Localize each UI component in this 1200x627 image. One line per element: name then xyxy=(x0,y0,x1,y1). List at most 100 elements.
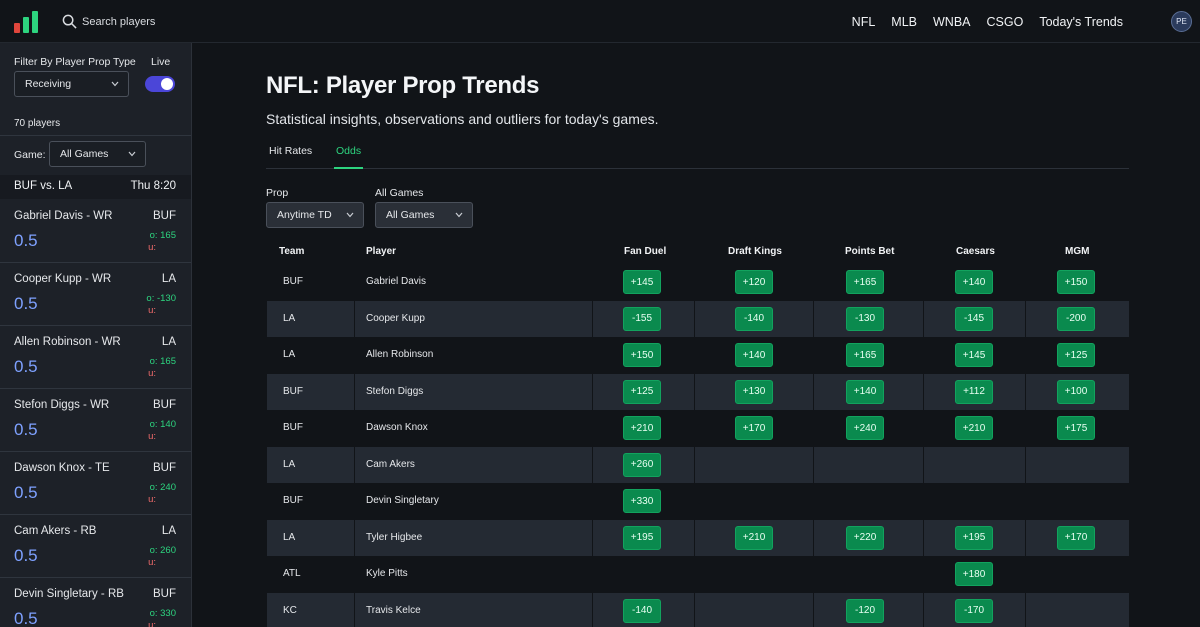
odds-button[interactable]: +210 xyxy=(955,416,993,440)
game-select[interactable]: All Games xyxy=(49,141,146,167)
player-cell[interactable]: Cam Akers xyxy=(366,459,415,470)
player-card[interactable]: Devin Singletary - RB BUF 0.5 o: 330 u: xyxy=(0,578,191,627)
search-icon xyxy=(62,14,77,29)
player-cell[interactable]: Kyle Pitts xyxy=(366,568,408,579)
player-cell[interactable]: Travis Kelce xyxy=(366,605,421,616)
nav-link-csgo[interactable]: CSGO xyxy=(987,15,1024,29)
odds-button[interactable]: +150 xyxy=(623,343,661,367)
odds-button[interactable]: +125 xyxy=(1057,343,1095,367)
player-cell[interactable]: Stefon Diggs xyxy=(366,386,423,397)
player-team: LA xyxy=(161,525,176,537)
under-odds: u: xyxy=(148,494,156,505)
odds-button[interactable]: -200 xyxy=(1057,306,1095,331)
odds-button[interactable]: +120 xyxy=(735,270,773,294)
player-cell[interactable]: Gabriel Davis xyxy=(366,276,426,287)
tab-bar: Hit Rates Odds xyxy=(266,140,1129,169)
odds-button[interactable]: +210 xyxy=(623,416,661,440)
table-cell xyxy=(813,446,923,483)
odds-button[interactable]: +140 xyxy=(955,270,993,294)
prop-filter-value: Anytime TD xyxy=(277,209,332,221)
toggle-knob xyxy=(161,78,173,90)
table-cell xyxy=(267,264,354,300)
odds-button[interactable]: +125 xyxy=(623,379,661,404)
odds-button[interactable]: +195 xyxy=(955,525,993,550)
nav-link-nfl[interactable]: NFL xyxy=(852,15,876,29)
live-label: Live xyxy=(151,56,171,68)
games-filter-select[interactable]: All Games xyxy=(375,202,473,228)
odds-button[interactable]: +130 xyxy=(735,379,773,404)
odds-button[interactable]: +220 xyxy=(846,525,884,550)
odds-button[interactable]: +150 xyxy=(1057,270,1095,294)
table-row: ATL Kyle Pitts +180 xyxy=(267,556,1129,592)
player-card[interactable]: Gabriel Davis - WR BUF 0.5 o: 165 u: xyxy=(0,200,191,263)
player-team: BUF xyxy=(153,462,176,474)
odds-button[interactable]: -145 xyxy=(955,306,993,331)
player-cell[interactable]: Allen Robinson xyxy=(366,349,433,360)
prop-filter-select[interactable]: Anytime TD xyxy=(266,202,364,228)
odds-button[interactable]: +240 xyxy=(846,416,884,440)
page-subtitle: Statistical insights, observations and o… xyxy=(266,111,659,127)
odds-button[interactable]: -155 xyxy=(623,306,661,331)
odds-button[interactable]: +175 xyxy=(1057,416,1095,440)
divider xyxy=(0,135,191,136)
odds-button[interactable]: +210 xyxy=(735,525,773,550)
table-cell xyxy=(267,556,354,592)
tab-odds[interactable]: Odds xyxy=(334,145,364,169)
table-row: KC Travis Kelce -140 -120 -170 xyxy=(267,592,1129,627)
player-name: Dawson Knox - TE xyxy=(14,462,110,474)
odds-button[interactable]: -120 xyxy=(846,598,884,623)
live-toggle[interactable] xyxy=(145,76,175,92)
odds-button[interactable]: -170 xyxy=(955,598,993,623)
tab-hit-rates[interactable]: Hit Rates xyxy=(269,145,312,169)
odds-button[interactable]: -130 xyxy=(846,306,884,331)
over-odds: o: 260 xyxy=(149,545,176,556)
games-filter-value: All Games xyxy=(386,209,435,221)
table-cell xyxy=(1025,556,1129,592)
logo-bars-icon[interactable] xyxy=(14,11,38,33)
nav-link-mlb[interactable]: MLB xyxy=(891,15,917,29)
header-points-bet: Points Bet xyxy=(845,246,895,257)
odds-button[interactable]: +100 xyxy=(1057,379,1095,404)
player-card[interactable]: Stefon Diggs - WR BUF 0.5 o: 140 u: xyxy=(0,389,191,452)
player-line: 0.5 xyxy=(14,483,38,502)
header-mgm: MGM xyxy=(1065,246,1090,257)
avatar[interactable]: PE xyxy=(1171,11,1192,32)
over-odds: o: 165 xyxy=(149,230,176,241)
team-cell: ATL xyxy=(283,568,301,579)
player-card[interactable]: Cam Akers - RB LA 0.5 o: 260 u: xyxy=(0,515,191,578)
team-cell: LA xyxy=(283,531,296,543)
under-odds: u: xyxy=(148,557,156,568)
nav-link-todays-trends[interactable]: Today's Trends xyxy=(1039,15,1123,29)
odds-button[interactable]: +170 xyxy=(1057,525,1095,550)
odds-button[interactable]: +165 xyxy=(846,270,884,294)
odds-button[interactable]: +195 xyxy=(623,525,661,550)
player-team: BUF xyxy=(153,210,176,222)
odds-button[interactable]: +260 xyxy=(623,452,661,477)
odds-button[interactable]: -140 xyxy=(735,306,773,331)
odds-button[interactable]: +180 xyxy=(955,562,993,586)
odds-button[interactable]: +140 xyxy=(846,379,884,404)
player-card[interactable]: Allen Robinson - WR LA 0.5 o: 165 u: xyxy=(0,326,191,389)
odds-button[interactable]: +165 xyxy=(846,343,884,367)
odds-button[interactable]: +140 xyxy=(735,343,773,367)
table-cell xyxy=(267,593,354,627)
odds-button[interactable]: -140 xyxy=(623,598,661,623)
player-cell[interactable]: Devin Singletary xyxy=(366,495,439,506)
header-player: Player xyxy=(366,246,397,257)
player-card[interactable]: Dawson Knox - TE BUF 0.5 o: 240 u: xyxy=(0,452,191,515)
sport-nav: NFL MLB WNBA CSGO Today's Trends xyxy=(852,0,1123,43)
nav-link-wnba[interactable]: WNBA xyxy=(933,15,971,29)
team-cell: LA xyxy=(283,312,296,324)
odds-button[interactable]: +145 xyxy=(955,343,993,367)
odds-button[interactable]: +170 xyxy=(735,416,773,440)
player-line: 0.5 xyxy=(14,357,38,376)
player-cell[interactable]: Dawson Knox xyxy=(366,422,428,433)
player-cell[interactable]: Tyler Higbee xyxy=(366,532,422,543)
player-card[interactable]: Cooper Kupp - WR LA 0.5 o: -130 u: xyxy=(0,263,191,326)
odds-button[interactable]: +330 xyxy=(623,489,661,513)
prop-type-select[interactable]: Receiving xyxy=(14,71,129,97)
odds-button[interactable]: +145 xyxy=(623,270,661,294)
odds-button[interactable]: +112 xyxy=(955,379,993,404)
search-input[interactable] xyxy=(82,11,282,33)
player-cell[interactable]: Cooper Kupp xyxy=(366,313,425,324)
